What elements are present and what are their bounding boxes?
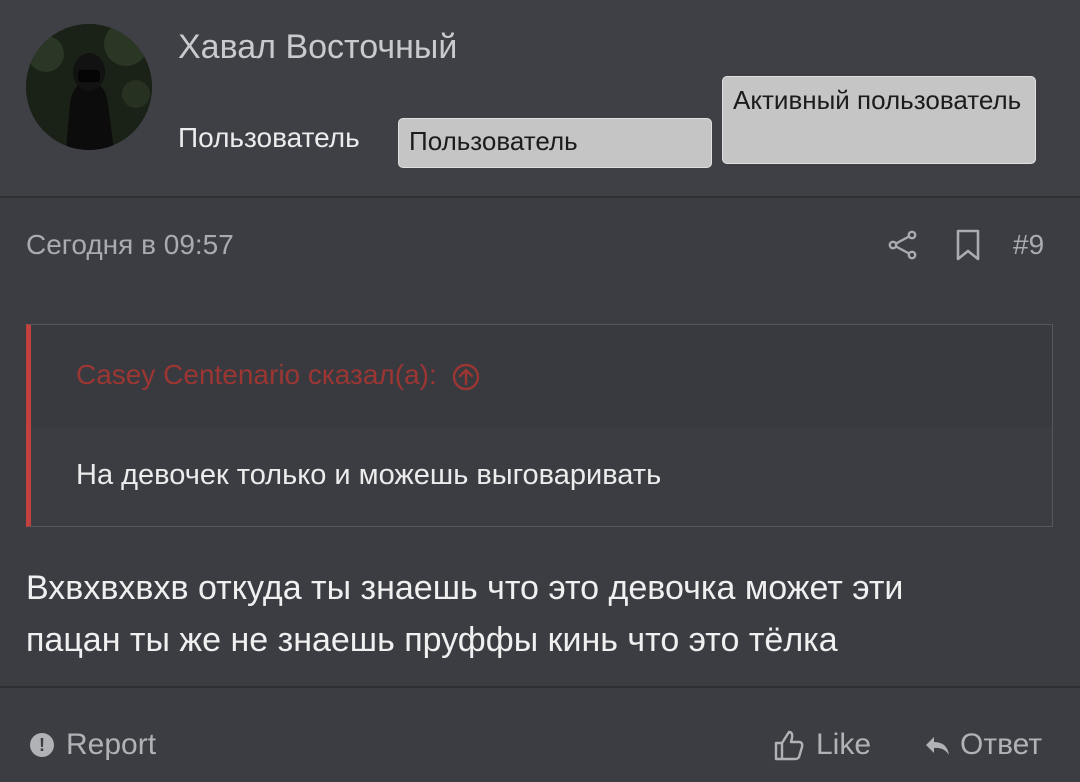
avatar[interactable]	[26, 24, 152, 150]
reply-icon	[926, 737, 949, 755]
thumbs-up-icon	[774, 730, 804, 761]
message-line: пацан ты же не знаешь пруффы кинь что эт…	[26, 621, 838, 659]
arrow-up-circle-icon[interactable]	[451, 362, 481, 392]
quote-author-text: Casey Centenario сказал(а):	[76, 359, 437, 390]
quote-header: Casey Centenario сказал(а):	[31, 325, 1052, 427]
post-message: Вхвхвхвхв откуда ты знаешь что это девоч…	[26, 562, 1046, 666]
quote-text: На девочек только и можешь выговаривать	[76, 459, 662, 491]
reply-label: Ответ	[960, 728, 1043, 761]
post-date[interactable]: Сегодня в 09:57	[26, 229, 234, 261]
like-button[interactable]: Like	[772, 728, 871, 762]
post-author-header: Хавал Восточный Пользователь Пользовател…	[0, 0, 1080, 198]
alert-icon: !	[30, 733, 54, 757]
avatar-image	[26, 24, 152, 150]
like-label: Like	[816, 728, 872, 761]
quote-author-link[interactable]: Casey Centenario сказал(а):	[76, 359, 481, 392]
user-banner-user: Пользователь	[398, 118, 712, 168]
post-actions-bar: ! Report Like Ответ	[0, 686, 1080, 782]
bookmark-icon[interactable]	[953, 228, 983, 262]
message-line: Вхвхвхвхв откуда ты знаешь что это девоч…	[26, 569, 904, 607]
post-number-link[interactable]: #9	[1013, 229, 1044, 261]
report-button[interactable]: ! Report	[30, 728, 156, 762]
quote-block: Casey Centenario сказал(а): На девочек т…	[26, 324, 1053, 527]
share-icon[interactable]	[886, 228, 920, 262]
author-name[interactable]: Хавал Восточный	[178, 28, 457, 67]
user-banner-active: Активный пользователь	[722, 76, 1036, 164]
user-title: Пользователь	[178, 122, 360, 153]
report-label: Report	[66, 728, 157, 761]
reply-button[interactable]: Ответ	[922, 728, 1042, 762]
